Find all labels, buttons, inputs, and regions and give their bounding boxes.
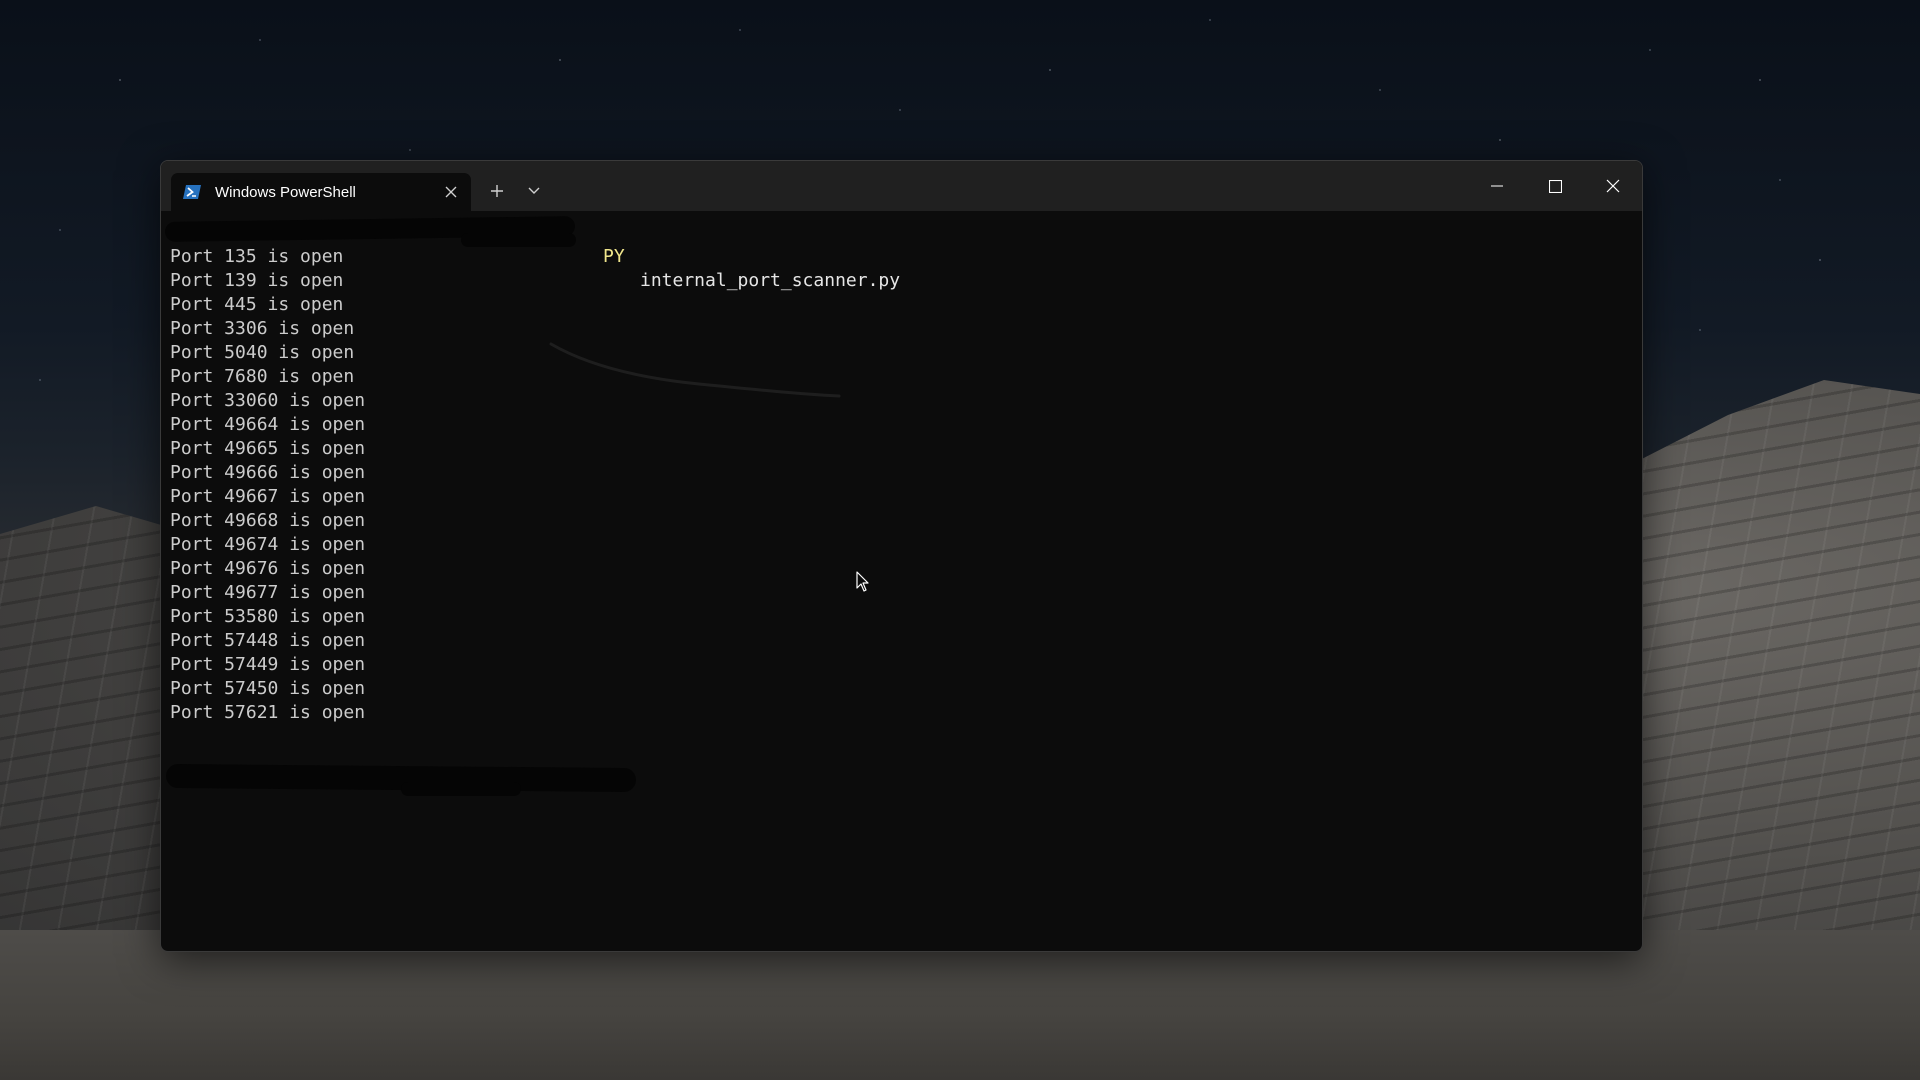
command-name: PY bbox=[603, 246, 625, 267]
output-line: Port 3306 is open bbox=[170, 318, 355, 339]
maximize-button[interactable] bbox=[1526, 161, 1584, 211]
output-line: Port 49677 is open bbox=[170, 582, 366, 603]
output-line: Port 49666 is open bbox=[170, 462, 366, 483]
mouse-cursor-icon bbox=[856, 571, 869, 592]
output-lines: Port 135 is open Port 139 is open Port 4… bbox=[170, 245, 1642, 725]
output-line: Port 53580 is open bbox=[170, 606, 366, 627]
output-line: Port 7680 is open bbox=[170, 366, 355, 387]
maximize-icon bbox=[1548, 179, 1562, 193]
chevron-down-icon bbox=[528, 187, 540, 194]
close-tab-icon[interactable] bbox=[435, 176, 467, 208]
output-line: Port 49667 is open bbox=[170, 486, 366, 507]
output-line: Port 445 is open bbox=[170, 294, 344, 315]
tab-powershell[interactable]: Windows PowerShell bbox=[171, 173, 471, 211]
output-line: Port 49676 is open bbox=[170, 558, 366, 579]
powershell-icon bbox=[183, 184, 201, 200]
tab-title: Windows PowerShell bbox=[215, 183, 356, 201]
output-line: Port 57621 is open bbox=[170, 702, 366, 723]
output-line: Port 49665 is open bbox=[170, 438, 366, 459]
minimize-button[interactable] bbox=[1468, 161, 1526, 211]
output-line: Port 139 is open bbox=[170, 270, 344, 291]
output-line: Port 57450 is open bbox=[170, 678, 366, 699]
output-line: Port 49664 is open bbox=[170, 414, 366, 435]
new-tab-button[interactable] bbox=[481, 175, 513, 207]
close-window-button[interactable] bbox=[1584, 161, 1642, 211]
tab-dropdown-button[interactable] bbox=[518, 175, 550, 207]
redacted-prompt-tail bbox=[461, 233, 576, 247]
ground bbox=[0, 930, 1920, 1080]
plus-icon bbox=[491, 185, 503, 197]
close-icon bbox=[1606, 179, 1620, 193]
pen-stroke bbox=[549, 342, 841, 398]
terminal-output[interactable]: PY internal_port_scanner.py Port 135 is … bbox=[161, 211, 1642, 951]
output-line: Port 5040 is open bbox=[170, 342, 355, 363]
output-line: Port 135 is open bbox=[170, 246, 344, 267]
output-line: Port 57448 is open bbox=[170, 630, 366, 651]
terminal-window: Windows PowerShell PY internal_port_scan… bbox=[160, 160, 1643, 952]
redacted-next-prompt-tail bbox=[401, 782, 521, 796]
output-line: Port 49668 is open bbox=[170, 510, 366, 531]
output-line: Port 33060 is open bbox=[170, 390, 366, 411]
output-line: Port 49674 is open bbox=[170, 534, 366, 555]
title-bar[interactable]: Windows PowerShell bbox=[161, 161, 1642, 211]
command-argument: internal_port_scanner.py bbox=[640, 270, 901, 291]
output-line: Port 57449 is open bbox=[170, 654, 366, 675]
minimize-icon bbox=[1491, 185, 1503, 187]
